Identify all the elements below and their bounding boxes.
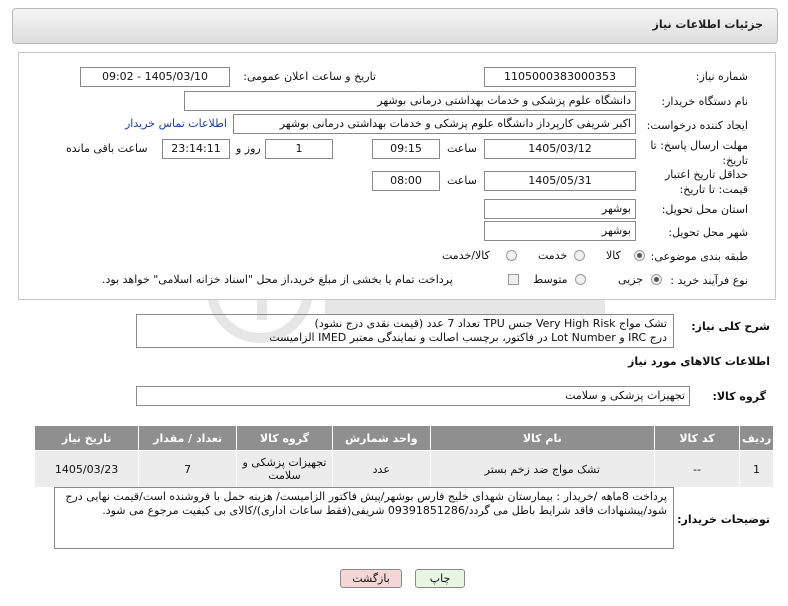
col-code: کد کالا	[653, 425, 741, 451]
reply-deadline-time-label: ساعت	[447, 142, 477, 155]
goods-table-header: ردیف کد کالا نام کالا واحد شمارش گروه کا…	[33, 425, 774, 451]
reply-deadline-date: 1405/03/12	[484, 139, 636, 159]
purchase-type-radio-medium[interactable]	[575, 274, 586, 285]
buyer-notes-textarea: پرداخت 8ماهه /خریدار : بیمارستان شهدای خ…	[54, 487, 674, 549]
summary-line-2: درج IRC و Lot Number در فاکتور، برچسب اص…	[269, 331, 667, 344]
days-label: روز و	[236, 142, 261, 155]
purchase-type-option-medium: متوسط	[533, 273, 568, 286]
back-button[interactable]: بازگشت	[340, 569, 402, 588]
price-validity-label: حداقل تاریخ اعتبار قیمت: تا تاریخ:	[664, 168, 748, 196]
goods-group-label: گروه کالا:	[712, 390, 766, 403]
col-group: گروه کالا	[236, 425, 333, 451]
category-option-service: خدمت	[538, 249, 568, 262]
col-name: نام کالا	[429, 425, 655, 451]
category-radio-service[interactable]	[574, 250, 585, 261]
category-radio-goods-service[interactable]	[506, 250, 517, 261]
page-title: جزئیات اطلاعات نیاز	[652, 18, 764, 31]
summary-label: شرح کلی نیاز:	[691, 320, 770, 333]
goods-section-title: اطلاعات کالاهای مورد نیاز	[628, 355, 770, 368]
remaining-days-field: 1	[265, 139, 333, 159]
treasury-payment-checkbox[interactable]	[508, 274, 519, 285]
col-date: تاریخ نیاز	[33, 425, 140, 451]
reply-deadline-time: 09:15	[372, 139, 440, 159]
category-option-goods: کالا	[606, 249, 621, 262]
announce-datetime-field: 1405/03/10 - 09:02	[80, 67, 230, 87]
row-date: 1405/03/23	[33, 450, 140, 488]
row-index: 1	[739, 450, 774, 488]
delivery-province-field: بوشهر	[484, 199, 636, 219]
goods-table: ردیف کد کالا نام کالا واحد شمارش گروه کا…	[33, 425, 774, 488]
price-validity-time: 08:00	[372, 171, 440, 191]
delivery-province-label: استان محل تحویل:	[661, 203, 748, 216]
goods-group-field: تجهیزات پزشکی و سلامت	[136, 386, 690, 406]
buyer-contact-link[interactable]: اطلاعات تماس خریدار	[125, 117, 227, 130]
buyer-notes-label: توضیحات خریدار:	[677, 513, 770, 526]
price-validity-time-label: ساعت	[447, 174, 477, 187]
need-number-field: 1105000383000353	[484, 67, 636, 87]
reply-deadline-label: مهلت ارسال پاسخ: تا تاریخ:	[650, 139, 748, 167]
page-header: جزئیات اطلاعات نیاز	[12, 8, 778, 44]
print-button[interactable]: چاپ	[415, 569, 465, 588]
delivery-city-field: بوشهر	[484, 221, 636, 241]
delivery-city-label: شهر محل تحویل:	[668, 226, 748, 239]
purchase-type-option-minor: جزیی	[618, 273, 644, 286]
row-code: --	[653, 450, 741, 488]
summary-line-1: تشک مواج Very High Risk جنس TPU تعداد 7 …	[314, 317, 667, 330]
treasury-payment-note: پرداخت تمام یا بخشی از مبلغ خرید،از محل …	[102, 273, 453, 286]
creator-label: ایجاد کننده درخواست:	[646, 119, 748, 132]
summary-textarea: تشک مواج Very High Risk جنس TPU تعداد 7 …	[136, 314, 674, 348]
announce-datetime-label: تاریخ و ساعت اعلان عمومی:	[243, 70, 376, 83]
creator-field: اکبر شریفی کارپرداز دانشگاه علوم پزشکی و…	[233, 114, 636, 134]
category-radio-goods[interactable]	[634, 250, 645, 261]
col-unit: واحد شمارش	[331, 425, 431, 451]
purchase-type-radio-minor[interactable]	[651, 274, 662, 285]
category-label: طبقه بندی موضوعی:	[650, 250, 748, 263]
category-option-goods-service: کالا/خدمت	[442, 249, 490, 262]
need-number-label: شماره نیاز:	[695, 70, 748, 83]
purchase-type-label: نوع فرآیند خرید :	[670, 274, 748, 287]
remaining-time-label: ساعت باقی مانده	[66, 142, 148, 155]
buyer-org-label: نام دستگاه خریدار:	[661, 95, 748, 108]
buyer-org-field: دانشگاه علوم پزشکی و خدمات بهداشتی درمان…	[184, 91, 636, 111]
row-group: تجهیزات پزشکی و سلامت	[236, 450, 333, 488]
table-row: 1 -- تشک مواج ضد زخم بستر عدد تجهیزات پز…	[33, 450, 774, 488]
row-name: تشک مواج ضد زخم بستر	[429, 450, 655, 488]
remaining-time-field: 23:14:11	[162, 139, 230, 159]
row-unit: عدد	[331, 450, 431, 488]
price-validity-date: 1405/05/31	[484, 171, 636, 191]
col-qty: تعداد / مقدار	[138, 425, 238, 451]
col-index: ردیف	[739, 425, 774, 451]
row-qty: 7	[138, 450, 238, 488]
